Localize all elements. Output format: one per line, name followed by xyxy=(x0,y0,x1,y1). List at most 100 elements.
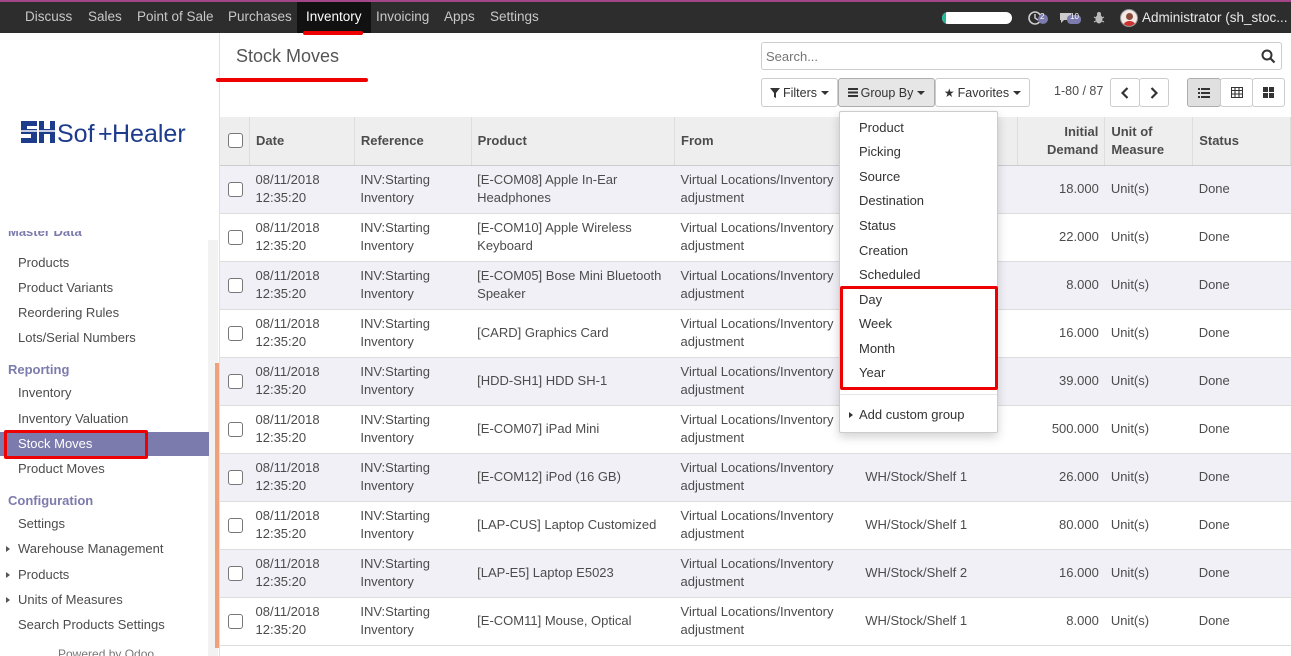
activity-icon[interactable]: 2 xyxy=(1028,2,1050,33)
messages-icon[interactable]: 10 xyxy=(1058,2,1082,33)
cell-initial-demand: 16.000 xyxy=(1017,309,1105,358)
column-header-reference[interactable]: Reference xyxy=(354,117,472,166)
menu-purchases[interactable]: Purchases xyxy=(222,2,298,33)
star-icon: ★ xyxy=(943,85,955,100)
column-header-from[interactable]: From xyxy=(674,117,860,166)
cell-reference: INV:Starting Inventory xyxy=(354,453,472,502)
menu-invoicing[interactable]: Invoicing xyxy=(370,2,435,33)
column-header-unit-of-measure[interactable]: Unit of Measure xyxy=(1104,117,1194,166)
groupby-option-week[interactable]: Week xyxy=(840,312,997,336)
filters-button[interactable]: Filters xyxy=(761,78,838,107)
sidebar-item-label: Warehouse Management xyxy=(18,541,164,556)
row-checkbox[interactable] xyxy=(228,325,243,341)
cell-status: Done xyxy=(1192,597,1291,646)
row-checkbox[interactable] xyxy=(228,181,243,197)
menu-apps[interactable]: Apps xyxy=(438,2,481,33)
groupby-button[interactable]: Group By xyxy=(838,78,935,107)
sidebar-item-label: Units of Measures xyxy=(18,592,123,607)
cell-to: WH/Stock/Shelf 2 xyxy=(859,549,1018,598)
page-title: Stock Moves xyxy=(236,46,340,66)
sidebar-item-units-of-measures[interactable]: Units of Measures xyxy=(0,588,209,612)
pager-next-button[interactable] xyxy=(1139,78,1169,107)
sidebar-item-settings[interactable]: Settings xyxy=(0,512,209,536)
select-all-checkbox[interactable] xyxy=(228,133,243,149)
table-row[interactable]: 08/11/2018 12:35:20 INV:Starting Inventor… xyxy=(220,261,1291,310)
row-checkbox[interactable] xyxy=(228,613,243,629)
expand-caret-icon xyxy=(6,572,10,578)
table-row[interactable]: 08/11/2018 12:35:20 INV:Starting Inventor… xyxy=(220,357,1291,406)
cell-product: [E-COM05] Bose Mini Bluetooth Speaker xyxy=(471,261,675,310)
list-view-button[interactable] xyxy=(1187,78,1221,107)
search-icon[interactable] xyxy=(1261,49,1276,64)
table-row[interactable]: 08/11/2018 12:35:20 INV:Starting Inventor… xyxy=(220,501,1291,550)
sidebar-scroll-thumb[interactable] xyxy=(215,363,219,648)
column-header-product[interactable]: Product xyxy=(471,117,676,166)
groupby-option-product[interactable]: Product xyxy=(840,116,997,140)
cell-initial-demand: 500.000 xyxy=(1017,405,1105,454)
user-avatar[interactable] xyxy=(1120,2,1138,33)
table-header-row: Date Reference Product From To Initial D… xyxy=(220,117,1291,166)
groupby-option-month[interactable]: Month xyxy=(840,337,997,361)
favorites-button[interactable]: ★ Favorites xyxy=(935,78,1030,107)
powered-by-odoo: Powered by Odoo xyxy=(58,647,155,656)
sidebar-item-reordering-rules[interactable]: Reordering Rules xyxy=(0,301,209,325)
groupby-option-status[interactable]: Status xyxy=(840,214,997,238)
sidebar-item-warehouse-management[interactable]: Warehouse Management xyxy=(0,537,209,561)
cell-product: [LAP-CUS] Laptop Customized xyxy=(471,501,675,550)
table-row[interactable]: 08/11/2018 12:35:20 INV:Starting Inventor… xyxy=(220,405,1291,454)
table-row[interactable]: 08/11/2018 12:35:20 INV:Starting Inventor… xyxy=(220,165,1291,214)
row-checkbox[interactable] xyxy=(228,517,243,533)
row-checkbox[interactable] xyxy=(228,421,243,437)
row-checkbox[interactable] xyxy=(228,565,243,581)
table-row[interactable]: 08/11/2018 12:35:20 INV:Starting Inventor… xyxy=(220,309,1291,358)
pager-previous-button[interactable] xyxy=(1110,78,1140,107)
sidebar-item-product-variants[interactable]: Product Variants xyxy=(0,276,209,300)
expand-caret-icon xyxy=(6,546,10,552)
menu-point-of-sale[interactable]: Point of Sale xyxy=(131,2,220,33)
sidebar-item-products[interactable]: Products xyxy=(0,251,209,275)
sidebar-item-stock-moves[interactable]: Stock Moves xyxy=(0,432,209,456)
sidebar-item-inventory-valuation[interactable]: Inventory Valuation xyxy=(0,407,209,431)
table-row[interactable]: 08/11/2018 12:35:20 INV:Starting Inventor… xyxy=(220,453,1291,502)
sidebar-item-product-moves[interactable]: Product Moves xyxy=(0,457,209,481)
add-custom-group-toggle[interactable]: Add custom group xyxy=(840,403,997,427)
row-select-cell xyxy=(220,309,250,358)
search-input[interactable] xyxy=(766,46,1246,66)
kanban-view-button[interactable] xyxy=(1252,78,1285,107)
groupby-option-destination[interactable]: Destination xyxy=(840,189,997,213)
user-menu[interactable]: Administrator (sh_stoc... xyxy=(1142,2,1288,33)
column-header-initial-demand[interactable]: Initial Demand xyxy=(1017,117,1106,166)
table-row[interactable]: 08/11/2018 12:35:20 INV:Starting Inventor… xyxy=(220,597,1291,646)
row-checkbox[interactable] xyxy=(228,373,243,389)
table-row[interactable]: 08/11/2018 12:35:20 INV:Starting Inventor… xyxy=(220,213,1291,262)
sidebar-item-config-products[interactable]: Products xyxy=(0,563,209,587)
sidebar-item-lots-serial-numbers[interactable]: Lots/Serial Numbers xyxy=(0,326,209,350)
groupby-option-day[interactable]: Day xyxy=(840,288,997,312)
groupby-option-year[interactable]: Year xyxy=(840,361,997,385)
cell-product: [HDD-SH1] HDD SH-1 xyxy=(471,357,675,406)
column-header-status[interactable]: Status xyxy=(1192,117,1291,166)
row-select-cell xyxy=(220,549,250,598)
menu-inventory[interactable]: Inventory xyxy=(297,2,371,33)
menu-settings[interactable]: Settings xyxy=(484,2,545,33)
cell-date: 08/11/2018 12:35:20 xyxy=(249,501,355,550)
column-header-date[interactable]: Date xyxy=(249,117,355,166)
sidebar-item-inventory[interactable]: Inventory xyxy=(0,381,209,405)
cell-date: 08/11/2018 12:35:20 xyxy=(249,405,355,454)
pager-value[interactable]: 1-80 / 87 xyxy=(1054,84,1103,98)
row-checkbox[interactable] xyxy=(228,469,243,485)
row-checkbox[interactable] xyxy=(228,277,243,293)
debug-bug-icon[interactable] xyxy=(1093,2,1105,33)
groupby-option-scheduled[interactable]: Scheduled xyxy=(840,263,997,287)
menu-sales[interactable]: Sales xyxy=(82,2,128,33)
groupby-option-source[interactable]: Source xyxy=(840,165,997,189)
groupby-option-creation[interactable]: Creation xyxy=(840,239,997,263)
main-content: Stock Moves Filters Group By ★ Favorites… xyxy=(216,33,1291,656)
groupby-option-picking[interactable]: Picking xyxy=(840,140,997,164)
menu-discuss[interactable]: Discuss xyxy=(19,2,78,33)
table-row[interactable]: 08/11/2018 12:35:20 INV:Starting Inventor… xyxy=(220,549,1291,598)
sidebar-item-search-products-settings[interactable]: Search Products Settings xyxy=(0,613,209,637)
pivot-view-button[interactable] xyxy=(1220,78,1253,107)
stock-moves-table: Date Reference Product From To Initial D… xyxy=(220,117,1291,646)
row-checkbox[interactable] xyxy=(228,229,243,245)
